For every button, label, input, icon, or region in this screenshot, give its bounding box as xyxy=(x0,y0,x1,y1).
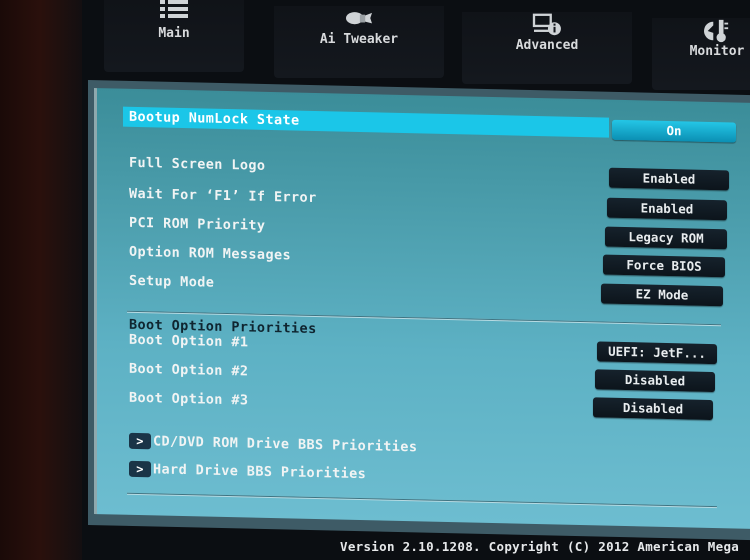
setting-option-rom-messages[interactable]: Option ROM Messages xyxy=(129,244,291,264)
setting-pci-rom-priority[interactable]: PCI ROM Priority xyxy=(129,215,265,234)
tab-main[interactable]: Main xyxy=(104,0,244,72)
setting-bootup-numlock-state[interactable]: Bootup NumLock State xyxy=(123,106,609,138)
pci-rom-priority-value-button[interactable]: Legacy ROM xyxy=(605,226,727,250)
numlock-value-button[interactable]: On xyxy=(612,119,736,143)
boot-settings-panel: Bootup NumLock State On Full Screen Logo… xyxy=(94,88,750,530)
boot-option-3[interactable]: Boot Option #3 xyxy=(129,390,248,409)
tab-monitor-label: Monitor xyxy=(689,44,745,59)
tab-advanced[interactable]: Advanced xyxy=(462,12,632,84)
option-rom-messages-value-button[interactable]: Force BIOS xyxy=(603,254,725,278)
chevron-right-icon: > xyxy=(129,460,151,478)
submenu-hard-drive-bbs-priorities[interactable]: > Hard Drive BBS Priorities xyxy=(129,460,367,483)
tab-monitor[interactable]: Monitor xyxy=(652,18,750,90)
boot-option-2[interactable]: Boot Option #2 xyxy=(129,361,248,380)
rocket-icon xyxy=(346,12,372,25)
boot-option-1-value-button[interactable]: UEFI: JetF... xyxy=(597,341,717,365)
tab-ai-tweaker-label: Ai Tweaker xyxy=(319,32,399,47)
setting-label: Wait For ‘F1’ If Error xyxy=(129,185,317,207)
boot-option-1[interactable]: Boot Option #1 xyxy=(129,332,248,351)
setting-label: Bootup NumLock State xyxy=(129,108,300,129)
version-footer: Version 2.10.1208. Copyright (C) 2012 Am… xyxy=(340,539,740,554)
setup-mode-value-button[interactable]: EZ Mode xyxy=(601,283,723,307)
tab-main-label: Main xyxy=(158,26,190,41)
list-icon xyxy=(160,0,188,18)
boot-option-2-value-button[interactable]: Disabled xyxy=(595,369,715,393)
setting-wait-for-f1[interactable]: Wait For ‘F1’ If Error xyxy=(129,186,317,206)
full-screen-logo-value-button[interactable]: Enabled xyxy=(609,167,729,191)
top-tab-bar: Main Ai Tweaker Advanced Monitor xyxy=(0,0,750,90)
boot-option-3-value-button[interactable]: Disabled xyxy=(593,397,713,421)
setting-label: Boot Option #2 xyxy=(129,360,249,380)
submenu-label: CD/DVD ROM Drive BBS Priorities xyxy=(153,433,418,456)
submenu-cd-dvd-bbs-priorities[interactable]: > CD/DVD ROM Drive BBS Priorities xyxy=(129,432,418,456)
wait-f1-value-button[interactable]: Enabled xyxy=(607,197,727,221)
tab-advanced-label: Advanced xyxy=(515,38,579,53)
setting-full-screen-logo[interactable]: Full Screen Logo xyxy=(129,155,265,174)
setting-setup-mode[interactable]: Setup Mode xyxy=(129,273,214,291)
setting-label: Option ROM Messages xyxy=(129,243,292,264)
bottom-divider xyxy=(127,492,717,509)
thermometer-icon xyxy=(704,19,729,43)
chevron-right-icon: > xyxy=(129,432,151,450)
monitor-info-icon xyxy=(532,13,561,36)
setting-label: Boot Option #1 xyxy=(129,331,249,351)
setting-label: Boot Option #3 xyxy=(129,389,249,409)
tab-ai-tweaker[interactable]: Ai Tweaker xyxy=(274,6,444,78)
setting-label: Setup Mode xyxy=(129,272,215,291)
setting-label: Full Screen Logo xyxy=(129,154,266,174)
setting-label: PCI ROM Priority xyxy=(129,214,266,234)
submenu-label: Hard Drive BBS Priorities xyxy=(153,461,367,483)
